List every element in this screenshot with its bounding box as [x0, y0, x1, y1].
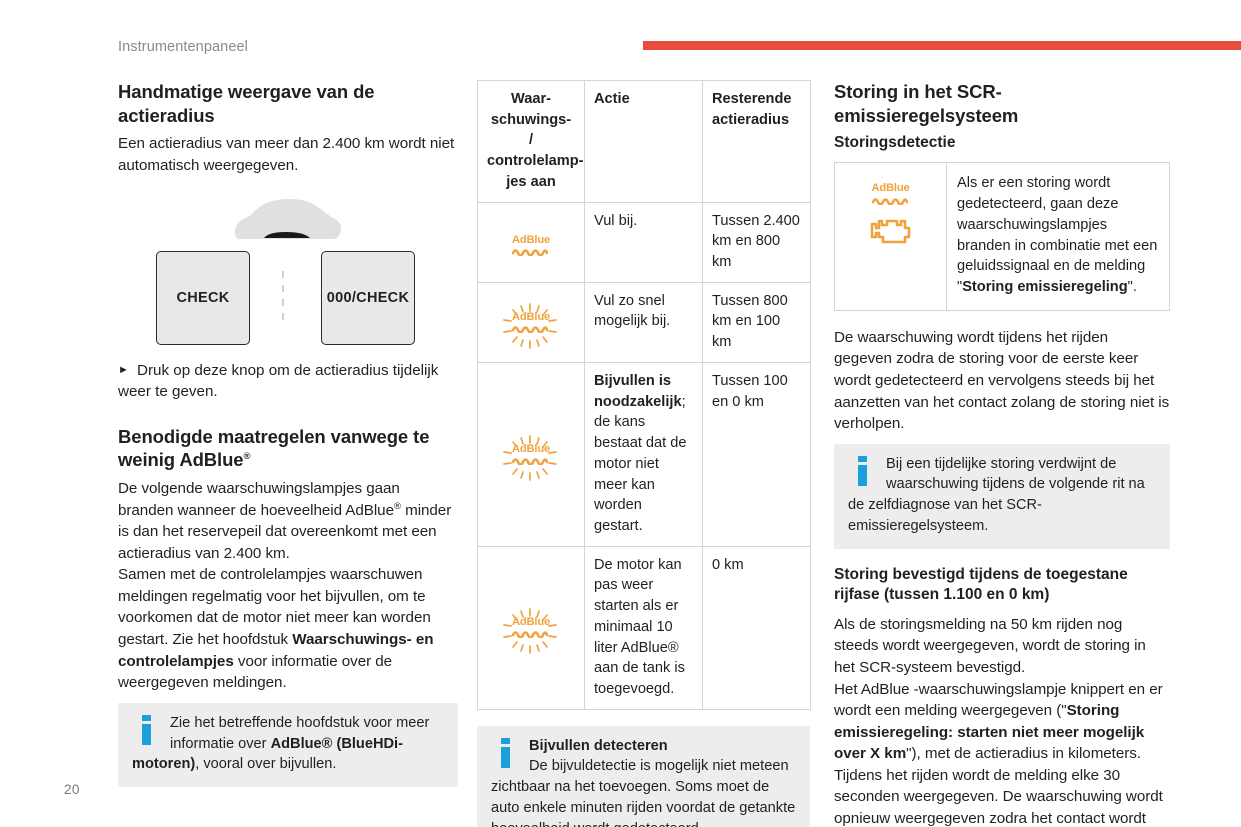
right-column: Storing in het SCR-emissieregelsysteem S…: [834, 80, 1170, 827]
range-cell: Tussen 100 en 0 km: [702, 361, 811, 547]
table-row: AdBlue Bijvullen is noodzakelijk; de kan…: [477, 361, 811, 547]
left-heading-2: Benodigde maatregelen vanwege te weinig …: [118, 425, 458, 472]
adblue-wave-icon: [871, 197, 908, 205]
right-paragraph-3: Het AdBlue -waarschuwingslampje knippert…: [834, 679, 1170, 765]
left-paragraph-2: Samen met de controlelampjes waarschuwen…: [118, 564, 458, 693]
car-silhouette-icon: [234, 198, 342, 239]
right-paragraph-2: Als de storingsmelding na 50 km rijden n…: [834, 615, 1146, 676]
lamp-cell: AdBlue: [477, 545, 585, 710]
adblue-steady-icon: AdBlue: [871, 182, 910, 205]
info-icon: [142, 714, 162, 745]
table-row: AdBlue De motor kan pas weer starten als…: [477, 545, 811, 710]
check-button-right[interactable]: 000/CHECK: [321, 250, 415, 345]
action-cell: Vul bij.: [584, 201, 703, 283]
range-cell: 0 km: [702, 545, 811, 710]
left-heading: Handmatige weergave van de actieradius: [118, 81, 375, 126]
middle-note-title: Bijvullen detecteren: [529, 737, 668, 754]
middle-column: Waar-schuwings- / controlelamp-jes aan Ac…: [477, 80, 811, 827]
right-paragraph-3b: "), met de actieradius in kilometers.: [906, 745, 1141, 763]
action-cell: De motor kan pas weer starten als er min…: [584, 545, 703, 710]
left-column: Handmatige weergave van de actieradius E…: [118, 80, 458, 787]
left-paragraph-1a: De volgende waarschuwingslampjes gaan br…: [118, 480, 400, 519]
check-button-right-label: 000/CHECK: [326, 289, 410, 306]
lamp-cell: AdBlue: [477, 361, 585, 547]
triangle-right-icon: ►: [118, 364, 129, 376]
range-cell: Tussen 2.400 km en 800 km: [702, 201, 811, 283]
left-paragraph-1: De volgende waarschuwingslampjes gaan br…: [118, 478, 458, 564]
left-arrow-item-text: Druk op deze knop om de actieradius tijd…: [118, 361, 439, 401]
left-paragraph-1-sup: ®: [393, 500, 401, 512]
action-cell-bold: Bijvullen is noodzakelijk: [594, 372, 682, 410]
left-heading-2-sup: ®: [243, 451, 251, 463]
left-heading-2-text: Benodigde maatregelen vanwege te weinig …: [118, 425, 430, 471]
engine-check-icon: [870, 219, 910, 243]
table-row: AdBlue Vul bij. Tussen 2.400 km en 800 k…: [477, 201, 811, 283]
table-header-range: Resterende actieradius: [702, 80, 811, 203]
illustration-divider: [282, 270, 284, 327]
dashboard-illustration: CHECK 000/CHECK: [118, 193, 458, 350]
table-head: Waar-schuwings- / controlelamp-jes aan Ac…: [477, 80, 811, 203]
fault-icons-cell: AdBlue: [834, 162, 947, 311]
running-head: Instrumentenpaneel: [118, 39, 248, 55]
check-button-left-label: CHECK: [176, 289, 230, 306]
adblue-flashing-icon: AdBlue: [499, 608, 563, 654]
action-cell-rest: ; de kans bestaat dat de motor niet meer…: [594, 393, 687, 534]
fault-text-a: Als er een storing wordt gedetecteerd, g…: [957, 175, 1158, 296]
page-number: 20: [64, 782, 80, 797]
fault-table-body: AdBlue Als er een storing wordt gedetect…: [834, 162, 1170, 311]
adblue-wave-icon: [512, 249, 549, 256]
right-heading: Storing in het SCR-emissieregelsysteem: [834, 81, 1019, 126]
flash-rays-icon: [503, 434, 557, 481]
adblue-flashing-icon: AdBlue: [499, 434, 563, 481]
right-note-text: Bij een tijdelijke storing verdwijnt de …: [848, 455, 1145, 534]
check-button-left[interactable]: CHECK: [156, 250, 250, 345]
right-paragraph-4: Tijdens het rijden wordt de melding elke…: [834, 766, 1163, 827]
table-row: AdBlue Vul zo snel mogelijk bij. Tussen …: [477, 281, 811, 363]
table-header-action: Actie: [584, 80, 703, 203]
table-row: AdBlue Als er een storing wordt gedetect…: [834, 162, 1170, 311]
left-note-text-b: , vooral over bijvullen.: [195, 756, 337, 773]
middle-note-box: Bijvullen detecteren De bijvuldetectie i…: [477, 725, 810, 827]
fault-lamps-table: AdBlue Als er een storing wordt gedetect…: [834, 162, 1170, 311]
fault-text-bold: Storing emissieregeling: [962, 279, 1128, 296]
fault-text-cell: Als er een storing wordt gedetecteerd, g…: [946, 162, 1170, 311]
right-note-box: Bij een tijdelijke storing verdwijnt de …: [834, 443, 1170, 549]
adblue-word: AdBlue: [512, 233, 550, 246]
right-subheading: Storingsdetectie: [834, 134, 956, 152]
info-icon: [858, 455, 878, 486]
adblue-flashing-icon: AdBlue: [499, 302, 563, 349]
fault-text-b: ".: [1127, 279, 1137, 296]
action-cell: Vul zo snel mogelijk bij.: [584, 281, 703, 363]
header-rule: [643, 41, 1241, 50]
info-icon: [501, 737, 521, 768]
left-intro-paragraph: Een actieradius van meer dan 2.400 km wo…: [118, 135, 455, 174]
table-body: AdBlue Vul bij. Tussen 2.400 km en 800 k…: [477, 201, 811, 710]
middle-note-text: De bijvuldetectie is mogelijk niet metee…: [491, 758, 796, 827]
manual-page: Instrumentenpaneel 20 Handmatige weergav…: [0, 0, 1241, 827]
range-cell: Tussen 800 km en 100 km: [702, 281, 811, 363]
right-paragraph-1: De waarschuwing wordt tijdens het rijden…: [834, 328, 1170, 433]
flash-rays-icon: [503, 608, 557, 654]
left-arrow-item: ► Druk op deze knop om de actieradius tij…: [118, 360, 458, 403]
left-note-box: Zie het betreffende hoofdstuk voor meer …: [118, 702, 458, 787]
lamp-cell: AdBlue: [477, 281, 585, 363]
flash-rays-icon: [503, 302, 557, 349]
table-header-row: Waar-schuwings- / controlelamp-jes aan Ac…: [477, 80, 811, 203]
right-heading-2: Storing bevestigd tijdens de toegestane …: [834, 565, 1128, 603]
adblue-word: AdBlue: [871, 182, 910, 195]
table-header-lamps: Waar-schuwings- / controlelamp-jes aan: [477, 80, 585, 203]
adblue-steady-icon: AdBlue: [512, 233, 550, 256]
lamp-cell: AdBlue: [477, 201, 585, 283]
action-cell: Bijvullen is noodzakelijk; de kans besta…: [584, 361, 703, 547]
warning-lamps-table: Waar-schuwings- / controlelamp-jes aan Ac…: [477, 80, 811, 710]
